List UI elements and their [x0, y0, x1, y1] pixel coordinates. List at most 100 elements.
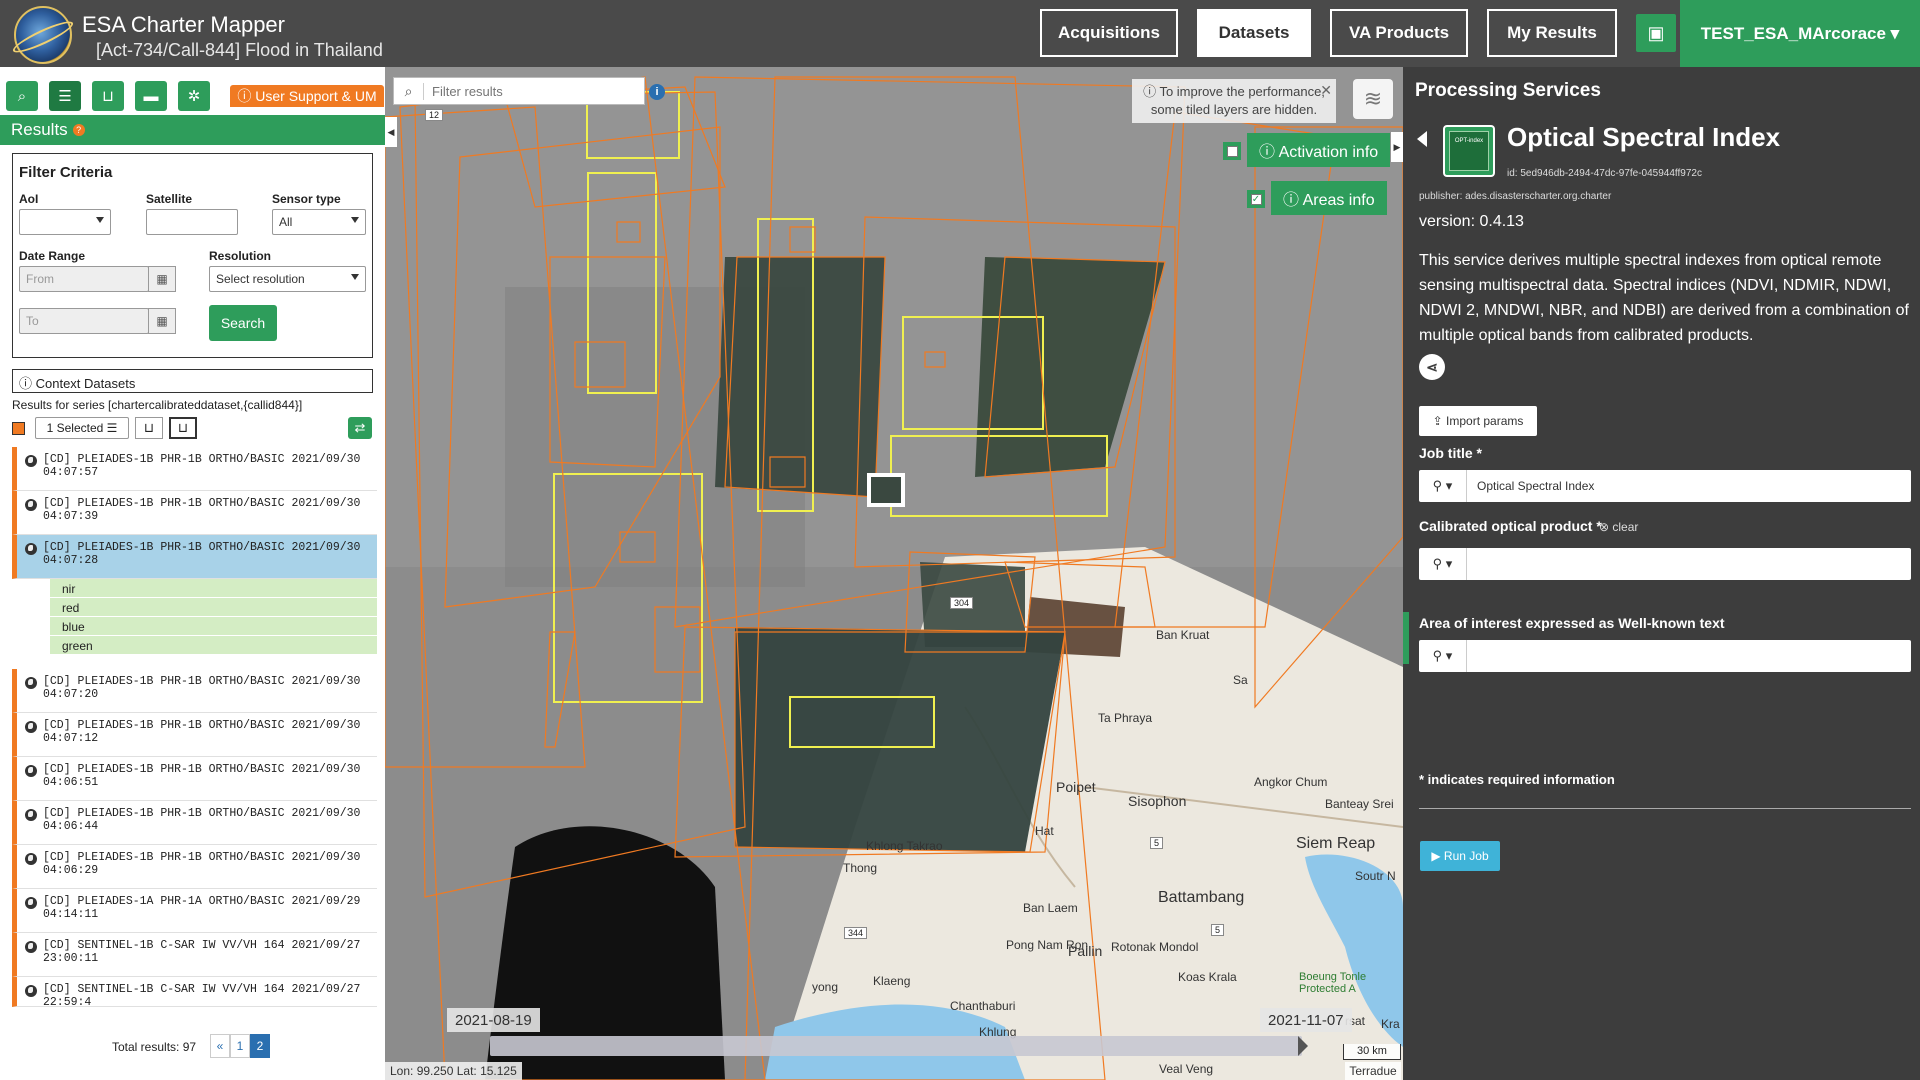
band-red[interactable]: red: [50, 598, 377, 617]
share-icon[interactable]: ⇄: [348, 417, 372, 439]
globe-icon[interactable]: [25, 677, 37, 689]
map-view[interactable]: ⌕ i ⓘ To improve the performance, some t…: [385, 67, 1403, 1080]
aoi-select[interactable]: [19, 209, 111, 235]
list-item[interactable]: [CD] SENTINEL-1B C-SAR IW VV/VH 164 2021…: [12, 977, 377, 1009]
calibrated-product-input[interactable]: [1467, 548, 1911, 580]
nav-datasets-button[interactable]: Datasets: [1197, 9, 1311, 57]
service-description: This service derives multiple spectral i…: [1419, 252, 1909, 344]
resolution-select[interactable]: Select resolution: [209, 266, 366, 292]
globe-icon[interactable]: [25, 543, 37, 555]
help-icon[interactable]: ?: [72, 124, 85, 136]
areas-info-checkbox[interactable]: ✓: [1247, 190, 1265, 208]
satellite-input[interactable]: [146, 209, 238, 235]
search-icon[interactable]: ⌕: [6, 81, 38, 111]
job-title-input[interactable]: Optical Spectral Index: [1467, 470, 1911, 502]
globe-icon[interactable]: [25, 897, 37, 909]
list-item[interactable]: [CD] PLEIADES-1B PHR-1B ORTHO/BASIC 2021…: [12, 801, 377, 845]
place-label: Rotonak Mondol: [1111, 940, 1199, 954]
close-icon[interactable]: ✕: [1320, 81, 1332, 99]
calendar-icon[interactable]: ▦: [148, 266, 176, 292]
user-support-button[interactable]: ⓘ User Support & UM: [230, 85, 384, 107]
wand-icon[interactable]: ⚲ ▾: [1419, 640, 1467, 672]
selected-count-button[interactable]: 1 Selected ☰: [35, 417, 129, 439]
share-icon[interactable]: ⋖: [1419, 354, 1445, 380]
list-item[interactable]: [CD] PLEIADES-1B PHR-1B ORTHO/BASIC 2021…: [12, 669, 377, 713]
nav-acquisitions-button[interactable]: Acquisitions: [1040, 9, 1178, 57]
map-attribution[interactable]: Terradue: [1345, 1062, 1401, 1080]
nav-va-products-button[interactable]: VA Products: [1330, 9, 1468, 57]
globe-icon[interactable]: [25, 985, 37, 997]
list-item[interactable]: [CD] PLEIADES-1B PHR-1B ORTHO/BASIC 2021…: [12, 491, 377, 535]
list-icon[interactable]: ☰: [49, 81, 81, 111]
list-item[interactable]: [CD] SENTINEL-1B C-SAR IW VV/VH 164 2021…: [12, 933, 377, 977]
aoi-label: AoI: [19, 192, 39, 206]
map-canvas[interactable]: [385, 67, 1403, 1080]
panel-title: Processing Services: [1415, 80, 1601, 101]
band-nir[interactable]: nir: [50, 579, 377, 598]
aoi-wkt-label: Area of interest expressed as Well-known…: [1419, 615, 1725, 631]
archive-icon[interactable]: ▬: [135, 81, 167, 111]
resolution-label: Resolution: [209, 249, 271, 263]
globe-icon[interactable]: [25, 765, 37, 777]
settings-icon[interactable]: ✲: [178, 81, 210, 111]
place-label: Ban Kruat: [1156, 628, 1210, 642]
timeline-slider[interactable]: [490, 1036, 1302, 1056]
pagination-page-2[interactable]: 2: [250, 1034, 270, 1058]
timeline-handle[interactable]: [1298, 1036, 1308, 1056]
collapse-right-panel[interactable]: ▶: [1391, 132, 1403, 162]
clear-link[interactable]: ⊗ clear: [1599, 520, 1638, 534]
list-item[interactable]: [CD] PLEIADES-1B PHR-1B ORTHO/BASIC 2021…: [12, 447, 377, 491]
back-arrow-icon[interactable]: [1417, 131, 1427, 147]
band-green[interactable]: green: [50, 636, 377, 655]
user-menu-button[interactable]: TEST_ESA_MArcorace ▾: [1680, 0, 1920, 67]
globe-icon[interactable]: [25, 455, 37, 467]
basket-icon[interactable]: ⊔: [92, 81, 124, 111]
layers-icon[interactable]: ≋: [1353, 79, 1393, 119]
charter-logo[interactable]: [10, 6, 76, 64]
nav-my-results-button[interactable]: My Results: [1487, 9, 1617, 57]
sensor-type-select[interactable]: All: [272, 209, 366, 235]
globe-icon[interactable]: [25, 499, 37, 511]
search-icon[interactable]: ⌕: [394, 82, 424, 100]
pagination-page-1[interactable]: 1: [230, 1034, 250, 1058]
activation-title: [Act-734/Call-844] Flood in Thailand: [96, 40, 383, 60]
date-from-input[interactable]: From: [19, 266, 149, 292]
activation-info-button[interactable]: ⓘ Activation info: [1247, 133, 1391, 167]
list-item[interactable]: [CD] PLEIADES-1B PHR-1B ORTHO/BASIC 2021…: [12, 713, 377, 757]
globe-icon[interactable]: [25, 721, 37, 733]
aoi-wkt-input[interactable]: [1467, 640, 1911, 672]
processing-services-panel: Processing Services OPT-index Optical Sp…: [1403, 67, 1920, 1080]
list-item[interactable]: [CD] PLEIADES-1B PHR-1B ORTHO/BASIC 2021…: [12, 757, 377, 801]
add-to-basket-icon[interactable]: ⊔: [135, 417, 163, 439]
pagination-prev[interactable]: «: [210, 1034, 230, 1058]
date-to-input[interactable]: To: [19, 308, 149, 334]
place-label: Veal Veng: [1159, 1062, 1214, 1076]
basket-selected-icon[interactable]: ⊔: [169, 417, 197, 439]
import-params-button[interactable]: ⇪ Import params: [1419, 406, 1537, 436]
service-version: version: 0.4.13: [1419, 213, 1524, 230]
wand-icon[interactable]: ⚲ ▾: [1419, 470, 1467, 502]
total-results: Total results: 97: [112, 1040, 197, 1054]
search-button[interactable]: Search: [209, 305, 277, 341]
info-icon[interactable]: i: [649, 84, 665, 100]
map-filter-input[interactable]: [424, 83, 624, 99]
globe-icon[interactable]: [25, 809, 37, 821]
filter-title: Filter Criteria: [19, 164, 113, 181]
areas-info-button[interactable]: ⓘ Areas info: [1271, 181, 1387, 215]
context-datasets-toggle[interactable]: ⓘ Context Datasets: [12, 369, 373, 393]
list-item-selected[interactable]: [CD] PLEIADES-1B PHR-1B ORTHO/BASIC 2021…: [12, 535, 377, 579]
activation-info-checkbox[interactable]: [1223, 142, 1241, 160]
place-label: Sisophon: [1128, 793, 1187, 809]
list-item[interactable]: [CD] PLEIADES-1A PHR-1A ORTHO/BASIC 2021…: [12, 889, 377, 933]
briefcase-icon[interactable]: ▣: [1636, 14, 1676, 52]
globe-icon[interactable]: [25, 941, 37, 953]
run-job-button[interactable]: ▶ Run Job: [1420, 841, 1500, 871]
collapse-left-panel[interactable]: ◀: [385, 117, 397, 147]
list-item[interactable]: [CD] PLEIADES-1B PHR-1B ORTHO/BASIC 2021…: [12, 845, 377, 889]
band-blue[interactable]: blue: [50, 617, 377, 636]
list-item-label: [CD] PLEIADES-1A PHR-1A ORTHO/BASIC 2021…: [43, 895, 361, 921]
globe-icon[interactable]: [25, 853, 37, 865]
wand-icon[interactable]: ⚲ ▾: [1419, 548, 1467, 580]
calendar-icon[interactable]: ▦: [148, 308, 176, 334]
place-label: Khlong Takrao: [866, 839, 943, 853]
